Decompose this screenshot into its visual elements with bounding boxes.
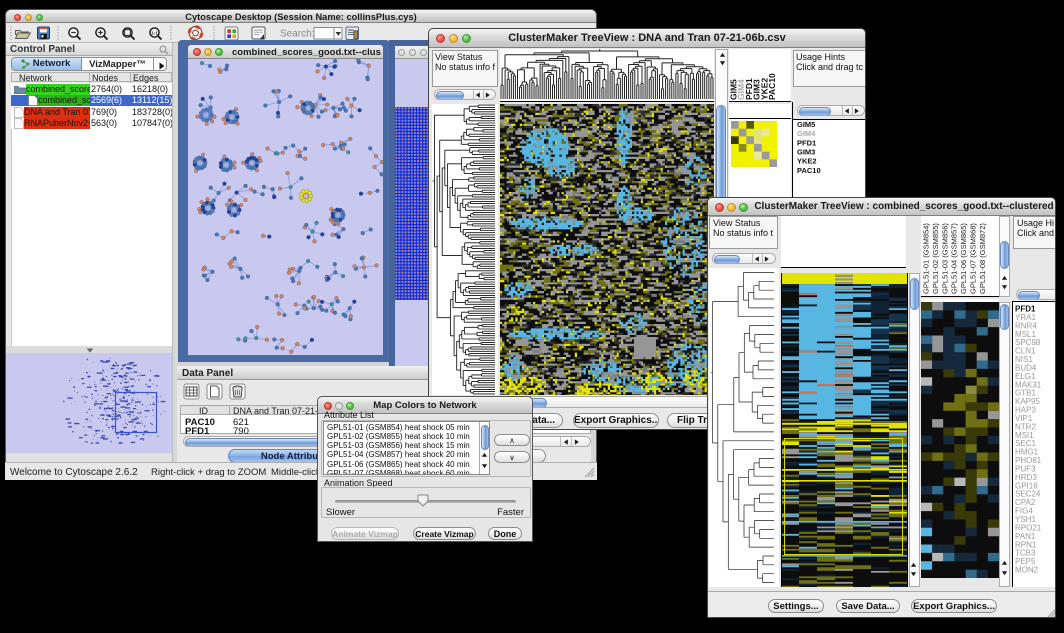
svg-text:GIM3: GIM3 bbox=[797, 148, 815, 157]
svg-text:YKE2: YKE2 bbox=[797, 157, 817, 166]
svg-text:GPL51-06 (GSM865): GPL51-06 (GSM865) bbox=[959, 223, 968, 294]
svg-text:MON2: MON2 bbox=[1015, 566, 1039, 575]
svg-text:1:1: 1:1 bbox=[151, 30, 158, 36]
svg-text:GIM5: GIM5 bbox=[797, 120, 815, 129]
svg-text:GPL51-07 (GSM868): GPL51-07 (GSM868) bbox=[969, 223, 978, 294]
svg-text:GPL51-08 (GSM872): GPL51-08 (GSM872) bbox=[978, 223, 987, 294]
svg-text:GPL51-03 (GSM856): GPL51-03 (GSM856) bbox=[940, 223, 949, 294]
svg-text:PFD1: PFD1 bbox=[797, 138, 816, 147]
svg-text:Search:: Search: bbox=[280, 29, 314, 40]
svg-text:GIM4: GIM4 bbox=[797, 129, 816, 138]
svg-text:GPL51-01 (GSM854): GPL51-01 (GSM854) bbox=[922, 223, 931, 294]
svg-text:PAC10: PAC10 bbox=[797, 166, 821, 175]
svg-text:PAC10: PAC10 bbox=[767, 73, 777, 100]
svg-text:GPL51-02 (GSM855): GPL51-02 (GSM855) bbox=[931, 223, 940, 294]
svg-text:GPL51-04 (GSM857): GPL51-04 (GSM857) bbox=[950, 223, 959, 294]
